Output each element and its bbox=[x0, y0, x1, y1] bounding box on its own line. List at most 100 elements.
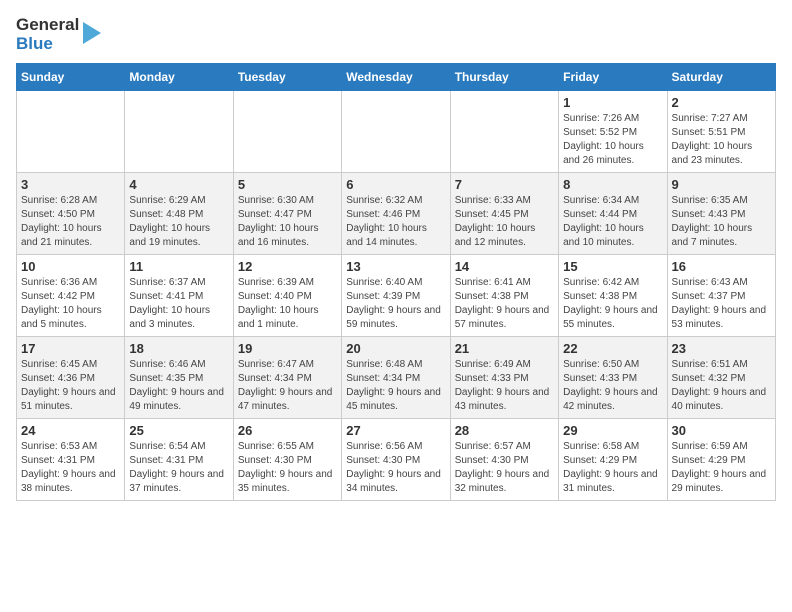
calendar-day-cell: 16Sunrise: 6:43 AM Sunset: 4:37 PM Dayli… bbox=[667, 255, 775, 337]
calendar-day-cell bbox=[17, 91, 125, 173]
logo-line1: General bbox=[16, 16, 79, 35]
calendar-day-cell: 17 Sunrise: 6:45 AM Sunset: 4:36 PM Dayli… bbox=[17, 337, 125, 419]
calendar-day-cell: 29 Sunrise: 6:58 AM Sunset: 4:29 PM Dayli… bbox=[559, 419, 667, 501]
day-number: 17 bbox=[21, 341, 120, 356]
day-info: Sunrise: 6:42 AM Sunset: 4:38 PM Dayligh… bbox=[563, 276, 662, 332]
day-info: Sunrise: 6:51 AM Sunset: 4:32 PM Dayligh… bbox=[672, 358, 771, 414]
weekday-header-tuesday: Tuesday bbox=[233, 64, 341, 91]
calendar-day-cell: 1 Sunrise: 7:26 AM Sunset: 5:52 PM Daylig… bbox=[559, 91, 667, 173]
day-info: Sunrise: 7:26 AM Sunset: 5:52 PM Dayligh… bbox=[563, 112, 662, 168]
calendar-day-cell: 2 Sunrise: 7:27 AM Sunset: 5:51 PM Daylig… bbox=[667, 91, 775, 173]
calendar-day-cell: 14 Sunrise: 6:41 AM Sunset: 4:38 PM Dayli… bbox=[450, 255, 558, 337]
calendar-day-cell: 15 Sunrise: 6:42 AM Sunset: 4:38 PM Dayli… bbox=[559, 255, 667, 337]
day-number: 18 bbox=[129, 341, 228, 356]
day-number: 22 bbox=[563, 341, 662, 356]
day-info: Sunrise: 6:50 AM Sunset: 4:33 PM Dayligh… bbox=[563, 358, 662, 414]
day-info: Sunrise: 6:32 AM Sunset: 4:46 PM Dayligh… bbox=[346, 194, 445, 250]
day-number: 19 bbox=[238, 341, 337, 356]
day-number: 7 bbox=[455, 177, 554, 192]
day-info: Sunrise: 6:57 AM Sunset: 4:30 PM Dayligh… bbox=[455, 440, 554, 496]
day-info: Sunrise: 6:53 AM Sunset: 4:31 PM Dayligh… bbox=[21, 440, 120, 496]
day-info: Sunrise: 6:54 AM Sunset: 4:31 PM Dayligh… bbox=[129, 440, 228, 496]
day-info: Sunrise: 6:56 AM Sunset: 4:30 PM Dayligh… bbox=[346, 440, 445, 496]
calendar-day-cell bbox=[233, 91, 341, 173]
calendar-day-cell: 11Sunrise: 6:37 AM Sunset: 4:41 PM Dayli… bbox=[125, 255, 233, 337]
day-info: Sunrise: 6:35 AM Sunset: 4:43 PM Dayligh… bbox=[672, 194, 771, 250]
day-info: Sunrise: 6:33 AM Sunset: 4:45 PM Dayligh… bbox=[455, 194, 554, 250]
calendar-day-cell: 9 Sunrise: 6:35 AM Sunset: 4:43 PM Daylig… bbox=[667, 173, 775, 255]
logo-text-block: General Blue bbox=[16, 16, 101, 53]
calendar-day-cell: 21Sunrise: 6:49 AM Sunset: 4:33 PM Dayli… bbox=[450, 337, 558, 419]
day-info: Sunrise: 7:27 AM Sunset: 5:51 PM Dayligh… bbox=[672, 112, 771, 168]
day-info: Sunrise: 6:43 AM Sunset: 4:37 PM Dayligh… bbox=[672, 276, 771, 332]
day-number: 3 bbox=[21, 177, 120, 192]
logo: General Blue bbox=[16, 16, 101, 53]
calendar-day-cell bbox=[125, 91, 233, 173]
calendar-week-row: 1 Sunrise: 7:26 AM Sunset: 5:52 PM Daylig… bbox=[17, 91, 776, 173]
calendar-day-cell: 26 Sunrise: 6:55 AM Sunset: 4:30 PM Dayli… bbox=[233, 419, 341, 501]
day-number: 4 bbox=[129, 177, 228, 192]
day-info: Sunrise: 6:45 AM Sunset: 4:36 PM Dayligh… bbox=[21, 358, 120, 414]
calendar-day-cell: 23 Sunrise: 6:51 AM Sunset: 4:32 PM Dayli… bbox=[667, 337, 775, 419]
day-info: Sunrise: 6:29 AM Sunset: 4:48 PM Dayligh… bbox=[129, 194, 228, 250]
day-number: 27 bbox=[346, 423, 445, 438]
day-number: 1 bbox=[563, 95, 662, 110]
calendar-day-cell: 5Sunrise: 6:30 AM Sunset: 4:47 PM Daylig… bbox=[233, 173, 341, 255]
day-number: 10 bbox=[21, 259, 120, 274]
day-number: 13 bbox=[346, 259, 445, 274]
weekday-header-row: SundayMondayTuesdayWednesdayThursdayFrid… bbox=[17, 64, 776, 91]
calendar-table: SundayMondayTuesdayWednesdayThursdayFrid… bbox=[16, 63, 776, 501]
page-header: General Blue bbox=[16, 16, 776, 53]
day-number: 29 bbox=[563, 423, 662, 438]
weekday-header-sunday: Sunday bbox=[17, 64, 125, 91]
day-number: 25 bbox=[129, 423, 228, 438]
day-number: 12 bbox=[238, 259, 337, 274]
logo-arrow-icon bbox=[83, 22, 101, 49]
day-number: 11 bbox=[129, 259, 228, 274]
calendar-day-cell: 27 Sunrise: 6:56 AM Sunset: 4:30 PM Dayli… bbox=[342, 419, 450, 501]
calendar-day-cell bbox=[342, 91, 450, 173]
day-info: Sunrise: 6:46 AM Sunset: 4:35 PM Dayligh… bbox=[129, 358, 228, 414]
calendar-week-row: 3 Sunrise: 6:28 AM Sunset: 4:50 PM Daylig… bbox=[17, 173, 776, 255]
day-info: Sunrise: 6:47 AM Sunset: 4:34 PM Dayligh… bbox=[238, 358, 337, 414]
calendar-day-cell: 25 Sunrise: 6:54 AM Sunset: 4:31 PM Dayli… bbox=[125, 419, 233, 501]
day-number: 9 bbox=[672, 177, 771, 192]
day-number: 24 bbox=[21, 423, 120, 438]
calendar-day-cell: 18 Sunrise: 6:46 AM Sunset: 4:35 PM Dayli… bbox=[125, 337, 233, 419]
day-info: Sunrise: 6:58 AM Sunset: 4:29 PM Dayligh… bbox=[563, 440, 662, 496]
day-number: 15 bbox=[563, 259, 662, 274]
day-number: 14 bbox=[455, 259, 554, 274]
calendar-day-cell: 7 Sunrise: 6:33 AM Sunset: 4:45 PM Daylig… bbox=[450, 173, 558, 255]
day-number: 2 bbox=[672, 95, 771, 110]
calendar-day-cell: 28 Sunrise: 6:57 AM Sunset: 4:30 PM Dayli… bbox=[450, 419, 558, 501]
day-number: 5 bbox=[238, 177, 337, 192]
day-info: Sunrise: 6:39 AM Sunset: 4:40 PM Dayligh… bbox=[238, 276, 337, 332]
day-number: 28 bbox=[455, 423, 554, 438]
calendar-day-cell: 3 Sunrise: 6:28 AM Sunset: 4:50 PM Daylig… bbox=[17, 173, 125, 255]
day-info: Sunrise: 6:36 AM Sunset: 4:42 PM Dayligh… bbox=[21, 276, 120, 332]
day-number: 8 bbox=[563, 177, 662, 192]
day-number: 6 bbox=[346, 177, 445, 192]
calendar-day-cell bbox=[450, 91, 558, 173]
day-info: Sunrise: 6:34 AM Sunset: 4:44 PM Dayligh… bbox=[563, 194, 662, 250]
calendar-day-cell: 6 Sunrise: 6:32 AM Sunset: 4:46 PM Daylig… bbox=[342, 173, 450, 255]
day-number: 23 bbox=[672, 341, 771, 356]
day-info: Sunrise: 6:41 AM Sunset: 4:38 PM Dayligh… bbox=[455, 276, 554, 332]
calendar-day-cell: 24 Sunrise: 6:53 AM Sunset: 4:31 PM Dayli… bbox=[17, 419, 125, 501]
weekday-header-thursday: Thursday bbox=[450, 64, 558, 91]
weekday-header-wednesday: Wednesday bbox=[342, 64, 450, 91]
calendar-week-row: 17 Sunrise: 6:45 AM Sunset: 4:36 PM Dayli… bbox=[17, 337, 776, 419]
day-info: Sunrise: 6:55 AM Sunset: 4:30 PM Dayligh… bbox=[238, 440, 337, 496]
calendar-week-row: 10 Sunrise: 6:36 AM Sunset: 4:42 PM Dayli… bbox=[17, 255, 776, 337]
day-info: Sunrise: 6:28 AM Sunset: 4:50 PM Dayligh… bbox=[21, 194, 120, 250]
weekday-header-monday: Monday bbox=[125, 64, 233, 91]
calendar-day-cell: 20Sunrise: 6:48 AM Sunset: 4:34 PM Dayli… bbox=[342, 337, 450, 419]
calendar-day-cell: 30Sunrise: 6:59 AM Sunset: 4:29 PM Dayli… bbox=[667, 419, 775, 501]
day-info: Sunrise: 6:40 AM Sunset: 4:39 PM Dayligh… bbox=[346, 276, 445, 332]
calendar-day-cell: 12 Sunrise: 6:39 AM Sunset: 4:40 PM Dayli… bbox=[233, 255, 341, 337]
calendar-day-cell: 19 Sunrise: 6:47 AM Sunset: 4:34 PM Dayli… bbox=[233, 337, 341, 419]
day-number: 26 bbox=[238, 423, 337, 438]
calendar-week-row: 24 Sunrise: 6:53 AM Sunset: 4:31 PM Dayli… bbox=[17, 419, 776, 501]
day-number: 21 bbox=[455, 341, 554, 356]
weekday-header-friday: Friday bbox=[559, 64, 667, 91]
